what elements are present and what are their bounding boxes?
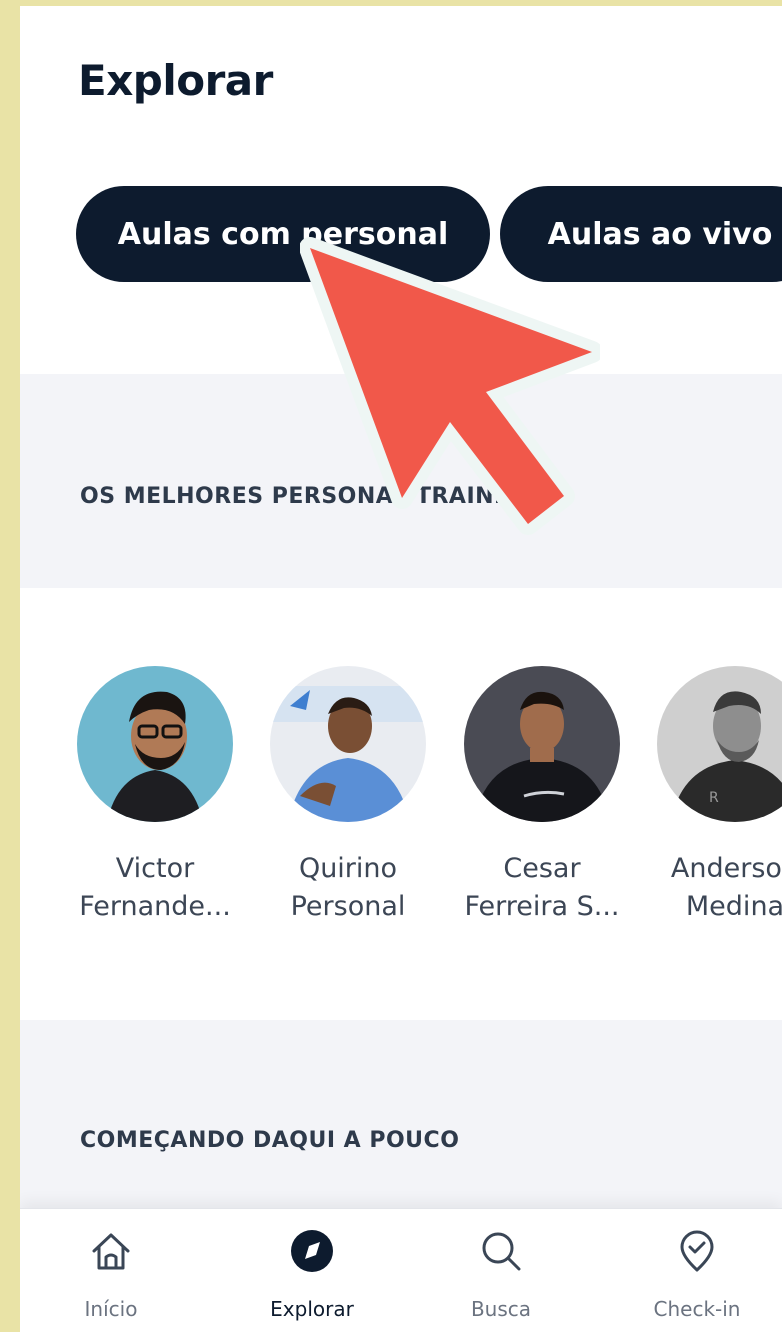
avatar: R — [657, 666, 782, 822]
trainer-name-line2: Medina — [685, 891, 782, 922]
trainer-name-line1: Victor — [115, 853, 195, 884]
page-title: Explorar — [78, 56, 273, 105]
upcoming-section-title: COMEÇANDO DAQUI A POUCO — [80, 1128, 460, 1153]
trainer-name-line2: Fernande... — [79, 891, 231, 922]
nav-item-inicio[interactable]: Início — [46, 1225, 176, 1321]
svg-text:R: R — [709, 790, 719, 806]
nav-item-explorar[interactable]: Explorar — [247, 1225, 377, 1321]
avatar — [270, 666, 426, 822]
nav-item-check-in[interactable]: Check-in — [632, 1225, 762, 1321]
trainer-card[interactable]: Quirino Personal — [263, 666, 433, 926]
avatar — [77, 666, 233, 822]
search-icon — [436, 1225, 566, 1277]
trainer-card[interactable]: Victor Fernande... — [70, 666, 240, 926]
nav-label: Explorar — [270, 1297, 354, 1321]
trainer-name-line2: Personal — [290, 891, 406, 922]
nav-item-busca[interactable]: Busca — [436, 1225, 566, 1321]
trainer-card[interactable]: Cesar Ferreira S... — [457, 666, 627, 926]
trainer-name-line1: Quirino — [298, 853, 398, 884]
location-check-icon — [632, 1225, 762, 1277]
compass-icon — [247, 1225, 377, 1277]
nav-label: Início — [84, 1297, 138, 1321]
trainer-name-line1: Cesar — [503, 853, 581, 884]
app-screen: Explorar Aulas com personal Aulas ao viv… — [20, 6, 782, 1332]
nav-label: Busca — [470, 1297, 532, 1321]
home-icon — [46, 1225, 176, 1277]
trainer-name-line1: Anderson — [670, 853, 782, 884]
upcoming-section-header — [20, 1020, 782, 1215]
avatar — [464, 666, 620, 822]
pointer-arrow-icon — [300, 237, 600, 535]
nav-label: Check-in — [653, 1297, 741, 1321]
trainer-card[interactable]: R Anderson Medina — [650, 666, 782, 926]
bottom-navigation: Início Explorar Busca Check-in — [20, 1208, 782, 1332]
trainer-name-line2: Ferreira S... — [464, 891, 620, 922]
